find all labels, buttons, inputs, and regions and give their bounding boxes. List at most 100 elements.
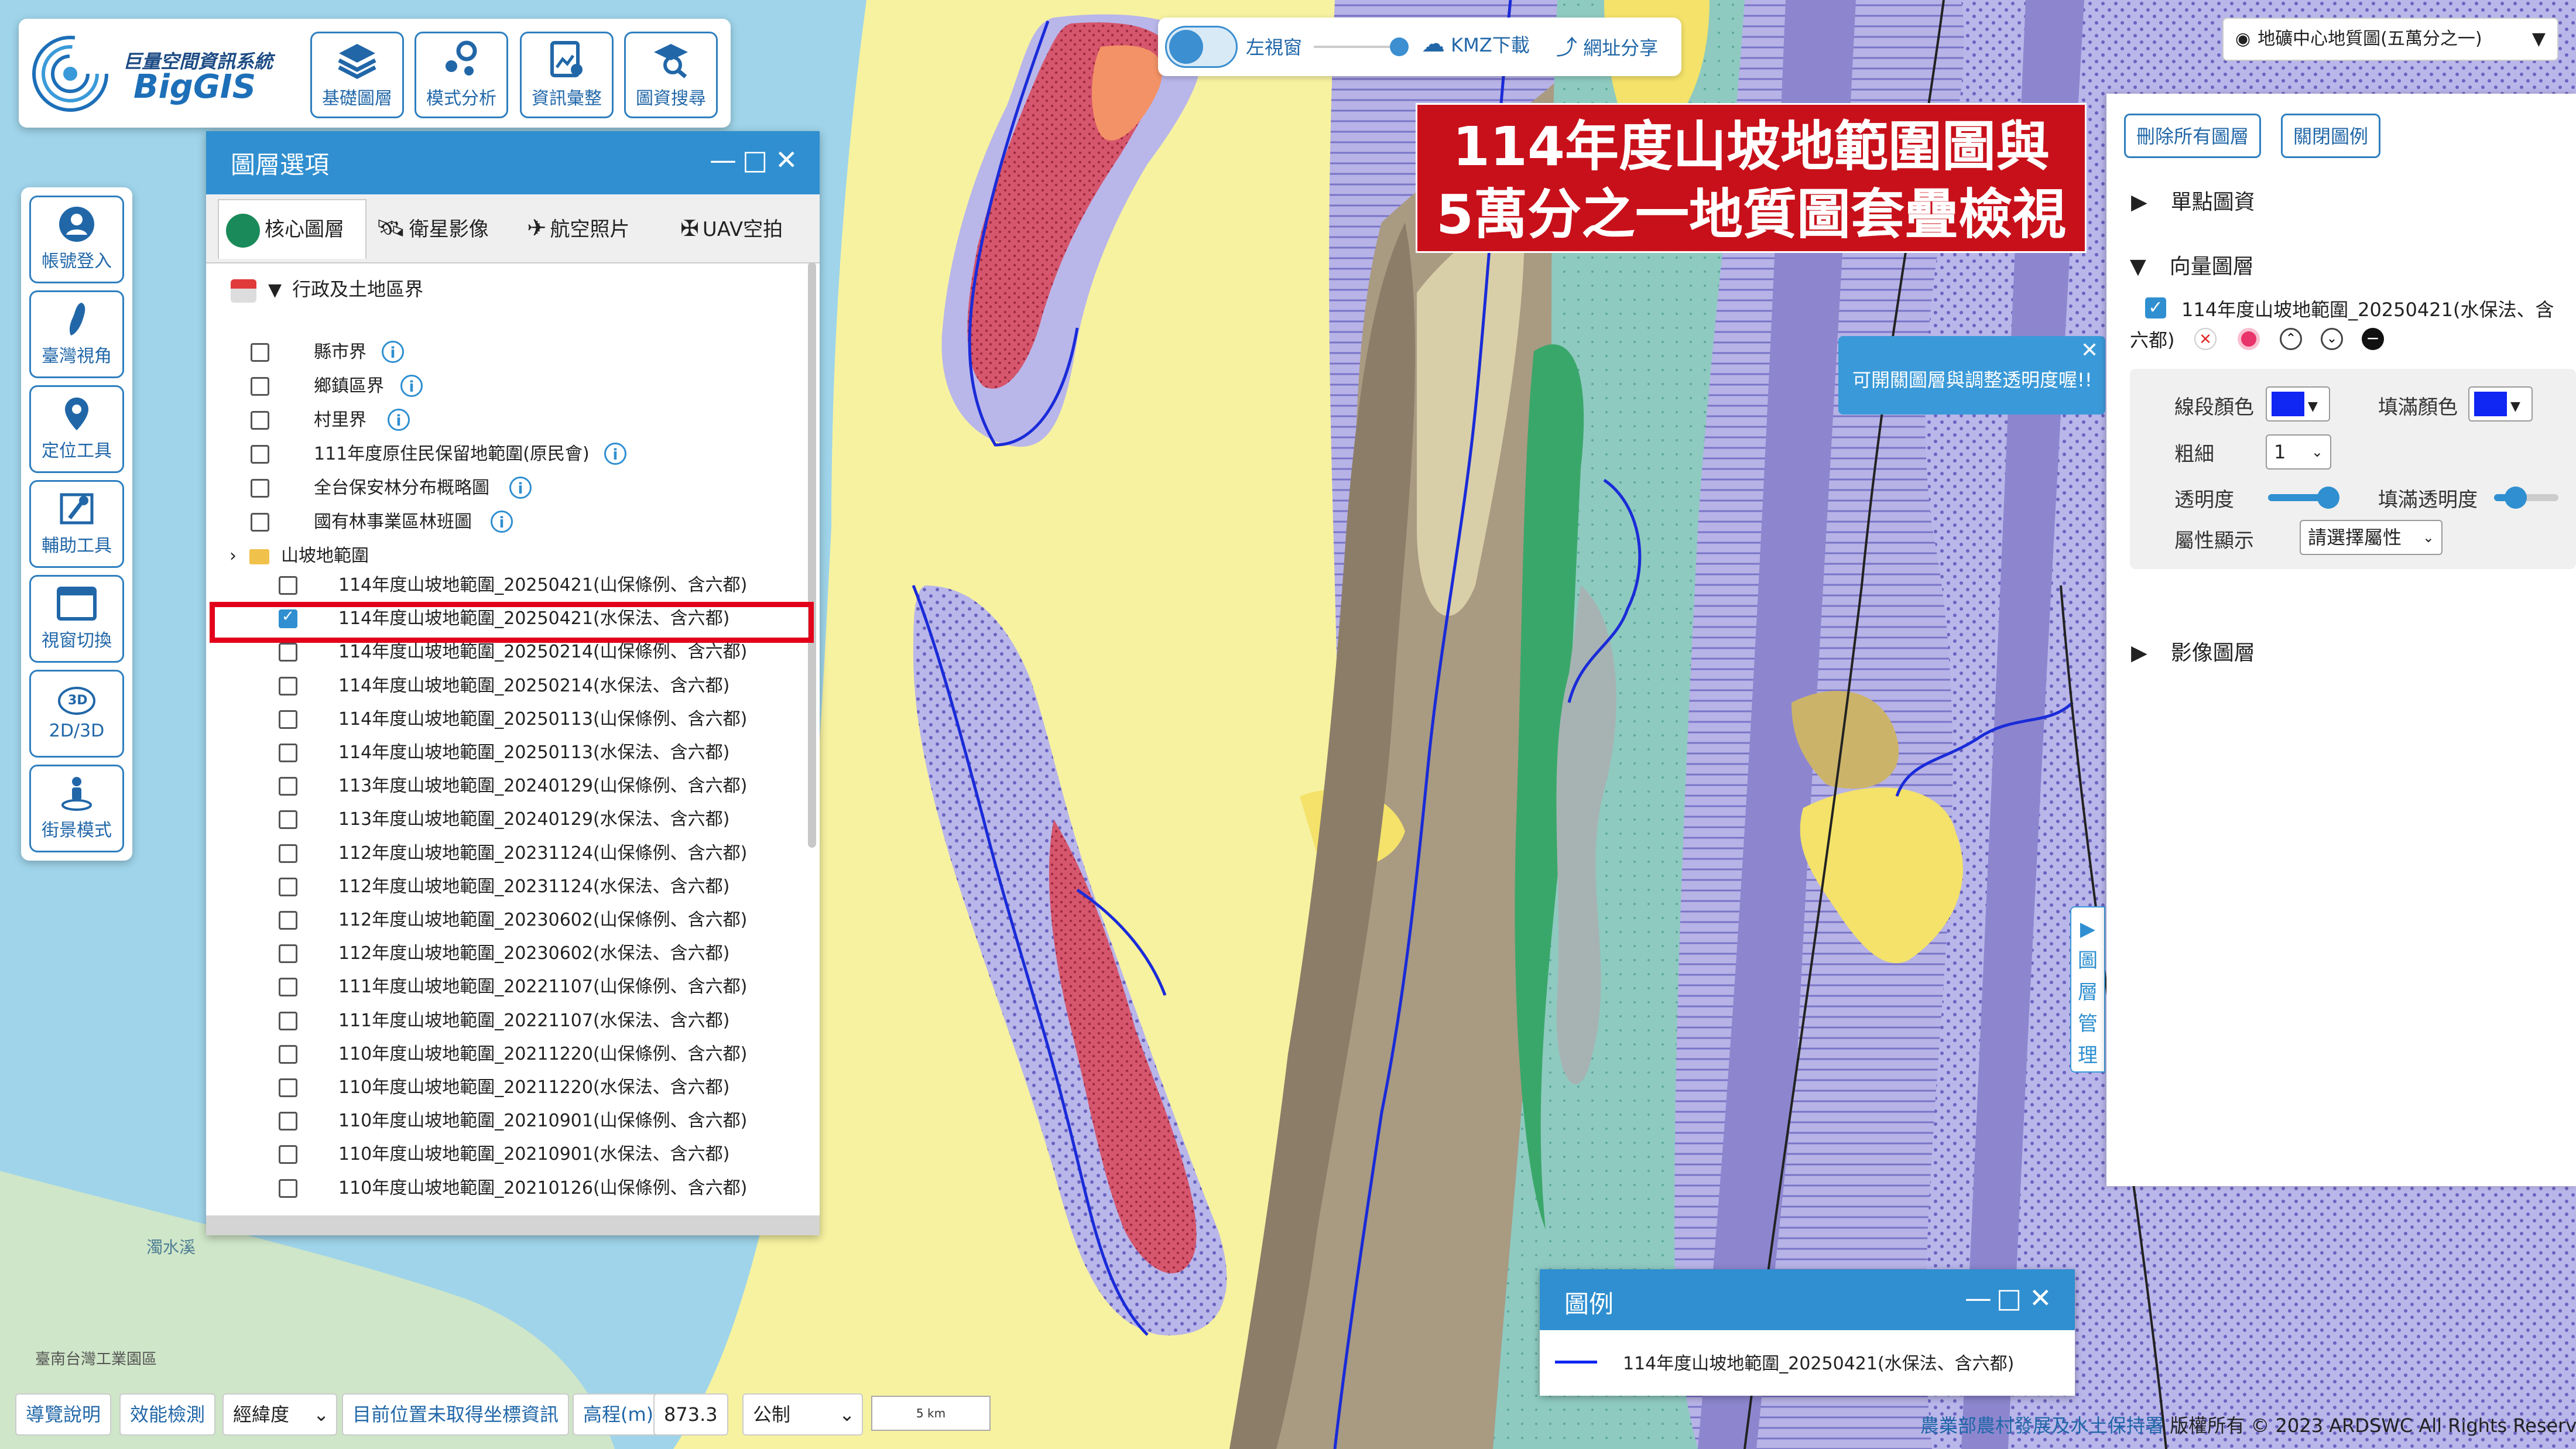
opacity-label: 透明度 <box>2174 488 2234 512</box>
remove-layer-icon[interactable]: ✕ <box>2194 328 2217 350</box>
locate-tool-button[interactable]: 定位工具 <box>29 385 124 473</box>
share-icon: ⤴ <box>1556 36 1578 60</box>
opacity-track[interactable] <box>1314 46 1396 48</box>
tab-label: 核心圖層 <box>265 218 344 241</box>
close-icon[interactable]: ✕ <box>775 144 798 176</box>
layer-management-tab[interactable]: ▶ 圖層管理 <box>2070 906 2105 1073</box>
slope-layer-checkbox[interactable] <box>279 1112 297 1131</box>
slope-layer-checkbox[interactable] <box>279 777 297 796</box>
fill-opacity-slider-knob[interactable] <box>2505 487 2527 509</box>
move-down-icon[interactable]: ⌄ <box>2321 328 2343 350</box>
slope-layer-checkbox[interactable] <box>279 643 297 662</box>
street-view-button[interactable]: 街景模式 <box>29 765 124 852</box>
slope-layer-checkbox[interactable] <box>279 676 297 696</box>
admin-layer-checkbox[interactable] <box>251 445 269 464</box>
slope-layer-checkbox[interactable] <box>279 810 297 830</box>
folder-slope-range[interactable]: › 山坡地範圍 <box>229 541 369 571</box>
toolbar-info-summary-button[interactable]: 資訊彙整 <box>520 32 614 118</box>
assist-tools-button[interactable]: 輔助工具 <box>29 480 124 568</box>
slope-layer-item: 110年度山坡地範圍_20210901(山保條例、含六都) <box>338 1111 748 1132</box>
tab-aerial-photo[interactable]: ✈ 航空照片 <box>527 199 662 258</box>
section-point-data[interactable]: ▶ 單點圖資 <box>2131 185 2255 215</box>
slope-layer-checkbox[interactable] <box>279 844 297 863</box>
slope-layer-item: 114年度山坡地範圍_20250214(水保法、含六都) <box>338 675 730 696</box>
vector-layer-checkbox[interactable]: ✓ <box>2145 297 2166 318</box>
slope-layer-checkbox[interactable] <box>279 877 297 896</box>
slope-layer-checkbox[interactable] <box>279 978 297 997</box>
2d-3d-button[interactable]: 3D 2D/3D <box>29 670 124 758</box>
close-icon[interactable]: ✕ <box>2029 1282 2052 1314</box>
slope-layer-item: 110年度山坡地範圍_20211220(山保條例、含六都) <box>338 1043 748 1064</box>
toolbar-base-layers-button[interactable]: 基礎圖層 <box>310 32 404 118</box>
highlight-box <box>210 602 814 643</box>
slope-layer-checkbox[interactable] <box>279 1179 297 1198</box>
group-admin-boundaries[interactable]: ▼ 行政及土地區界 <box>231 274 423 304</box>
top-toolbar: 巨量空間資訊系統 BigGIS 基礎圖層 模式分析 資訊彙整 圖資搜尋 <box>19 19 731 128</box>
admin-layer-checkbox[interactable] <box>251 479 269 498</box>
slope-layer-checkbox[interactable] <box>279 1078 297 1097</box>
tab-core-layers[interactable]: 核心圖層 <box>218 199 366 259</box>
slope-layer-checkbox[interactable] <box>279 1011 297 1030</box>
attribute-select[interactable]: 請選擇屬性 ⌄ <box>2300 520 2443 555</box>
collapse-icon[interactable]: − <box>2362 328 2384 350</box>
minimize-icon[interactable]: — <box>710 144 737 176</box>
slope-layer-checkbox[interactable] <box>279 1145 297 1164</box>
info-icon[interactable]: i <box>491 511 513 533</box>
admin-layer-checkbox[interactable] <box>251 377 269 396</box>
login-button[interactable]: 帳號登入 <box>29 196 124 283</box>
tip-close-icon[interactable]: ✕ <box>2081 338 2098 362</box>
move-up-icon[interactable]: ⌃ <box>2280 328 2302 350</box>
coord-type-select[interactable]: 經緯度 ⌄ <box>222 1393 337 1436</box>
slope-layer-item: 112年度山坡地範圍_20230602(山保條例、含六都) <box>338 910 748 930</box>
info-icon[interactable]: i <box>400 375 423 397</box>
admin-layer-checkbox[interactable] <box>251 343 269 362</box>
delete-all-layers-button[interactable]: 刪除所有圖層 <box>2124 114 2262 158</box>
slope-layer-checkbox[interactable] <box>279 744 297 762</box>
elevation-value: 873.3 <box>653 1393 728 1436</box>
width-select[interactable]: 1 ⌄ <box>2266 434 2331 470</box>
section-image-layers[interactable]: ▶ 影像圖層 <box>2131 636 2255 666</box>
slope-layer-checkbox[interactable] <box>279 1044 297 1064</box>
opacity-slider-knob[interactable] <box>2317 487 2339 509</box>
tab-uav[interactable]: ✠ UAV空拍 <box>680 199 809 258</box>
maximize-icon[interactable]: □ <box>1996 1282 2022 1314</box>
info-icon[interactable]: i <box>509 477 532 499</box>
slope-layer-checkbox[interactable] <box>279 944 297 964</box>
maximize-icon[interactable]: □ <box>742 144 768 176</box>
map-label-river: 濁水溪 <box>146 1238 196 1257</box>
section-vector-layers[interactable]: ▼ 向量圖層 <box>2130 249 2254 280</box>
kmz-download-button[interactable]: ☁ KMZ下載 <box>1421 30 1530 57</box>
toolbar-model-analysis-button[interactable]: 模式分析 <box>415 32 508 118</box>
window-switch-button[interactable]: 視窗切換 <box>29 575 124 663</box>
unit-value: 公制 <box>753 1403 791 1426</box>
toggle-knob <box>1169 30 1203 64</box>
admin-layer-checkbox[interactable] <box>251 513 269 532</box>
layer-panel-scrollbar[interactable] <box>808 262 816 848</box>
slope-layer-checkbox[interactable] <box>279 911 297 930</box>
info-icon[interactable]: i <box>388 409 410 431</box>
opacity-knob[interactable] <box>1390 37 1409 56</box>
close-legend-button[interactable]: 關閉圖例 <box>2281 114 2381 158</box>
toolbar-map-search-button[interactable]: 圖資搜尋 <box>624 32 718 118</box>
share-url-button[interactable]: ⤴ 網址分享 <box>1556 30 1658 61</box>
copyright-org-link[interactable]: 農業部農村發展及水土保持署 <box>1920 1414 2164 1437</box>
performance-test-button[interactable]: 效能檢測 <box>119 1393 216 1436</box>
slope-layer-checkbox[interactable] <box>279 576 297 595</box>
basemap-select[interactable]: ◉ 地礦中心地質圖(五萬分之一) ▼ <box>2222 18 2558 61</box>
unit-select[interactable]: 公制 ⌄ <box>742 1393 863 1436</box>
layer-panel-footer <box>206 1215 820 1235</box>
fill-opacity-label: 填滿透明度 <box>2378 488 2478 512</box>
info-icon[interactable]: i <box>604 443 626 465</box>
locate-layer-icon[interactable] <box>2238 328 2260 350</box>
guide-button[interactable]: 導覽說明 <box>15 1393 112 1436</box>
admin-layer-checkbox[interactable] <box>251 411 269 430</box>
line-color-picker[interactable]: ▼ <box>2266 386 2330 422</box>
minimize-icon[interactable]: — <box>1965 1282 1992 1314</box>
slope-layer-checkbox[interactable] <box>279 710 297 729</box>
taiwan-view-button[interactable]: 臺灣視角 <box>29 290 124 378</box>
left-window-toggle[interactable] <box>1165 26 1238 68</box>
legend-item-label: 114年度山坡地範圍_20250421(水保法、含六都) <box>1623 1354 2015 1374</box>
fill-color-picker[interactable]: ▼ <box>2468 386 2533 422</box>
info-icon[interactable]: i <box>382 341 404 363</box>
tab-satellite[interactable]: 🛰 衛星影像 <box>376 199 511 258</box>
